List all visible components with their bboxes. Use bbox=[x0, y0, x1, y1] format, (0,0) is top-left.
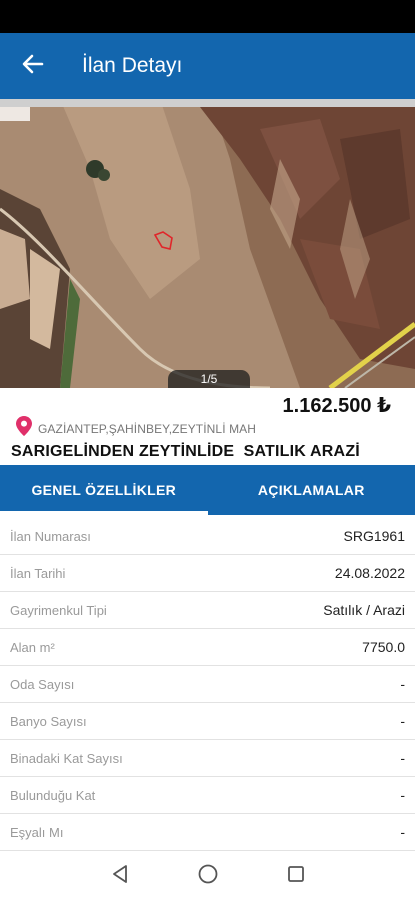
tab-descriptions[interactable]: AÇIKLAMALAR bbox=[208, 465, 415, 515]
property-value: Satılık / Arazi bbox=[323, 602, 405, 618]
property-row-listing-date: İlan Tarihi 24.08.2022 bbox=[0, 555, 415, 592]
property-row-listing-number: İlan Numarası SRG1961 bbox=[0, 518, 415, 555]
property-value: 24.08.2022 bbox=[334, 565, 405, 581]
page-title: İlan Detayı bbox=[82, 54, 183, 77]
listing-photo[interactable] bbox=[0, 99, 415, 388]
system-nav-bar bbox=[0, 852, 415, 900]
property-row-floor: Bulunduğu Kat - bbox=[0, 777, 415, 814]
system-back-button[interactable] bbox=[108, 864, 132, 888]
property-label: İlan Numarası bbox=[10, 528, 91, 544]
app-bar: İlan Detayı bbox=[0, 33, 415, 99]
property-row-room-count: Oda Sayısı - bbox=[0, 666, 415, 703]
property-value: - bbox=[400, 787, 405, 803]
tab-general-features[interactable]: GENEL ÖZELLİKLER bbox=[0, 465, 208, 515]
property-label: Gayrimenkul Tipi bbox=[10, 602, 107, 618]
property-label: Oda Sayısı bbox=[10, 676, 75, 692]
property-value: - bbox=[400, 824, 405, 840]
property-value: - bbox=[400, 713, 405, 729]
recents-square-icon bbox=[286, 864, 306, 889]
property-row-bathroom-count: Banyo Sayısı - bbox=[0, 703, 415, 740]
property-label: Bulunduğu Kat bbox=[10, 787, 96, 803]
property-label: Banyo Sayısı bbox=[10, 713, 87, 729]
arrow-left-icon bbox=[22, 54, 44, 79]
property-list: İlan Numarası SRG1961 İlan Tarihi 24.08.… bbox=[0, 518, 415, 851]
property-row-building-floors: Binadaki Kat Sayısı - bbox=[0, 740, 415, 777]
property-row-area: Alan m² 7750.0 bbox=[0, 629, 415, 666]
property-row-furnished: Eşyalı Mı - bbox=[0, 814, 415, 851]
back-button[interactable] bbox=[0, 33, 66, 99]
satellite-map-image bbox=[0, 99, 415, 388]
back-triangle-icon bbox=[111, 864, 129, 889]
listing-title: SARIGELİNDEN ZEYTİNLİDE SATILIK ARAZİ bbox=[11, 443, 360, 460]
system-home-button[interactable] bbox=[196, 864, 220, 888]
property-label: İlan Tarihi bbox=[10, 565, 66, 581]
detail-tabs: GENEL ÖZELLİKLER AÇIKLAMALAR bbox=[0, 465, 415, 515]
image-page-indicator: 1/5 bbox=[168, 370, 250, 388]
listing-location: GAZİANTEP,ŞAHİNBEY,ZEYTİNLİ MAH bbox=[16, 416, 256, 441]
property-label: Eşyalı Mı bbox=[10, 824, 64, 840]
property-value: - bbox=[400, 676, 405, 692]
property-label: Alan m² bbox=[10, 639, 55, 655]
map-pin-icon bbox=[16, 416, 32, 441]
listing-price: 1.162.500 ₺ bbox=[282, 395, 391, 417]
location-text: GAZİANTEP,ŞAHİNBEY,ZEYTİNLİ MAH bbox=[38, 421, 257, 436]
property-value: - bbox=[400, 750, 405, 766]
property-value: SRG1961 bbox=[343, 528, 405, 544]
property-value: 7750.0 bbox=[362, 639, 405, 655]
system-recents-button[interactable] bbox=[284, 864, 308, 888]
property-row-realestate-type: Gayrimenkul Tipi Satılık / Arazi bbox=[0, 592, 415, 629]
status-bar bbox=[0, 0, 415, 33]
home-circle-icon bbox=[197, 863, 219, 890]
property-label: Binadaki Kat Sayısı bbox=[10, 750, 123, 766]
